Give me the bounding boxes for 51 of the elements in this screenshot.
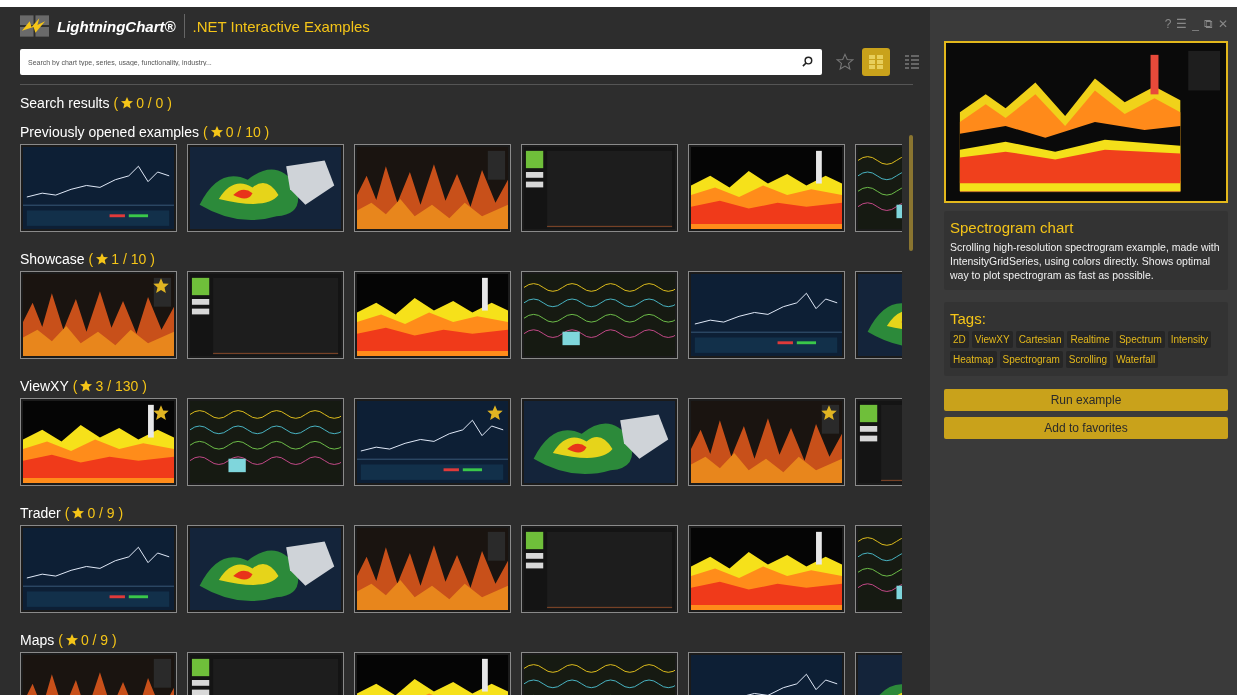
star-icon [120,96,135,110]
favorite-count: 0 / 9 ) [80,632,117,648]
tag-chip[interactable]: 2D [950,331,969,348]
count-paren: ( [113,95,119,111]
star-icon [486,404,504,422]
example-description: Scrolling high-resolution spectrogram example, made with IntensityGridSeries, using colors directly. Shows optimal way to plot spectrogram as fast as possible. [950,240,1221,282]
logo-icon [20,15,49,37]
action-button[interactable]: Run example [944,389,1228,411]
tag-chip[interactable]: Spectrum [1115,331,1165,348]
section-title: Showcase [20,251,85,267]
section-title: Previously opened examples [20,124,199,140]
count-paren: ( [72,378,78,394]
star-icon [95,252,110,266]
star-icon [152,404,170,422]
favorite-count: 0 / 10 ) [225,124,270,140]
tag-chip[interactable]: Heatmap [950,351,997,368]
tag-chip[interactable]: Spectrogram [999,351,1063,368]
action-button[interactable]: Add to favorites [944,417,1228,439]
count-paren: ( [58,632,63,648]
tag-chip[interactable]: Scrolling [1065,351,1111,368]
brand-name: LightningChart® [57,17,176,35]
list-icon [904,54,920,70]
tag-chip[interactable]: ViewXY [971,331,1013,348]
favorite-count: 3 / 130 ) [95,378,147,394]
tag-chip[interactable]: Waterfall [1113,351,1159,368]
count-paren: ( [88,251,94,267]
tag-chip[interactable]: Cartesian [1015,331,1065,348]
tags-label: Tags: [950,310,987,327]
section-title: Maps [20,632,55,648]
scrollbar[interactable] [909,135,913,251]
tag-chip[interactable]: Intensity [1167,331,1211,348]
star-icon [820,404,838,422]
star-icon [152,277,170,295]
example-title: Spectrogram chart [950,219,1075,236]
app-title: .NET Interactive Examples [192,17,370,35]
search-icon [802,56,813,67]
count-paren: ( [64,505,70,521]
section-title: Trader [20,505,61,521]
favorite-count: 0 / 0 ) [136,95,172,111]
star-icon [79,379,94,393]
favorite-count: 0 / 9 ) [87,505,124,521]
star-icon [64,633,79,647]
section-title: ViewXY [20,378,69,394]
grid-icon [868,54,884,70]
section-title: Search results [20,95,110,111]
favorite-count: 1 / 10 ) [111,251,155,267]
star-icon [209,125,224,139]
tag-chip[interactable]: Realtime [1067,331,1113,348]
star-icon[interactable] [836,53,854,71]
star-icon [71,506,86,520]
count-paren: ( [203,124,208,140]
